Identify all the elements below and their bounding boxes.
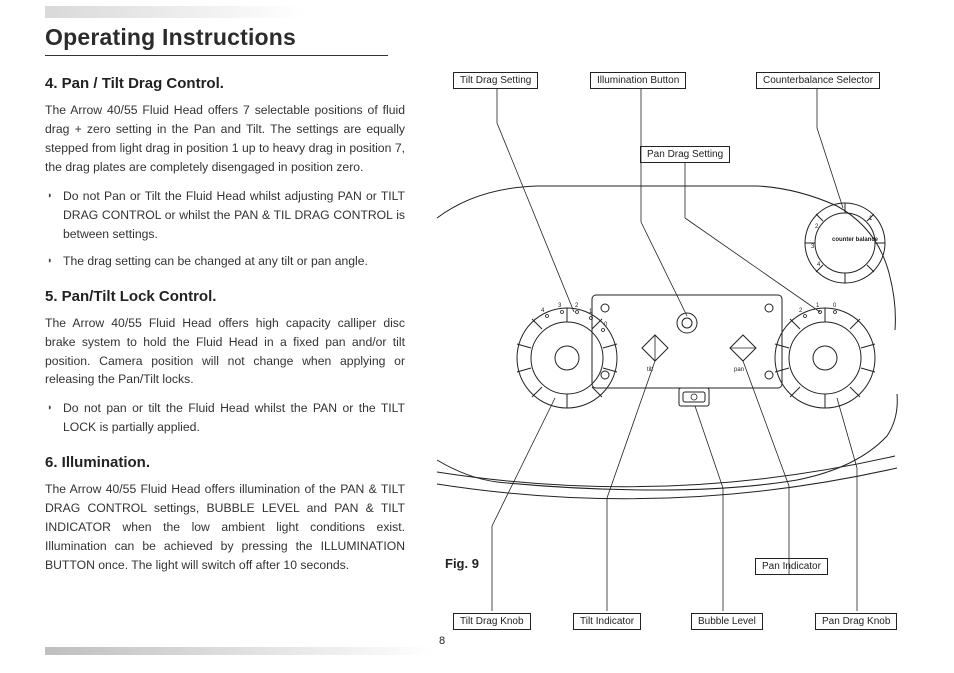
svg-text:counter balance: counter balance: [832, 237, 879, 243]
section-4-para: The Arrow 40/55 Fluid Head offers 7 sele…: [45, 101, 405, 177]
counterbalance-selector-graphic: counter balance 2 3 4 1: [805, 203, 885, 283]
footer-gradient: [45, 647, 435, 655]
text-column: 4. Pan / Tilt Drag Control. The Arrow 40…: [45, 68, 405, 585]
section-4-bullet-1: Do not Pan or Tilt the Fluid Head whilst…: [57, 187, 405, 244]
section-5-heading: 5. Pan/Tilt Lock Control.: [45, 285, 405, 308]
section-4-heading: 4. Pan / Tilt Drag Control.: [45, 72, 405, 95]
tilt-drag-knob-graphic: 4 3 2 1 0: [517, 303, 617, 408]
section-6-heading: 6. Illumination.: [45, 451, 405, 474]
section-6-para: The Arrow 40/55 Fluid Head offers illumi…: [45, 480, 405, 575]
figure-diagram: tilt pan: [435, 68, 909, 668]
svg-text:pan: pan: [734, 367, 744, 373]
svg-text:0: 0: [604, 322, 608, 328]
svg-text:1: 1: [869, 216, 873, 222]
header-gradient: [45, 6, 305, 18]
page-title: Operating Instructions: [45, 24, 388, 56]
svg-text:2: 2: [575, 303, 579, 309]
section-4-bullet-2: The drag setting can be changed at any t…: [57, 252, 405, 271]
svg-text:0: 0: [833, 303, 837, 309]
section-5-para: The Arrow 40/55 Fluid Head offers high c…: [45, 314, 405, 390]
page-number: 8: [439, 635, 445, 647]
svg-text:3: 3: [811, 244, 815, 250]
section-5-bullet-1: Do not pan or tilt the Fluid Head whilst…: [57, 399, 405, 437]
figure-column: Tilt Drag Setting Illumination Button Co…: [435, 68, 909, 585]
pan-drag-knob-graphic: 2 1 0: [775, 303, 875, 408]
